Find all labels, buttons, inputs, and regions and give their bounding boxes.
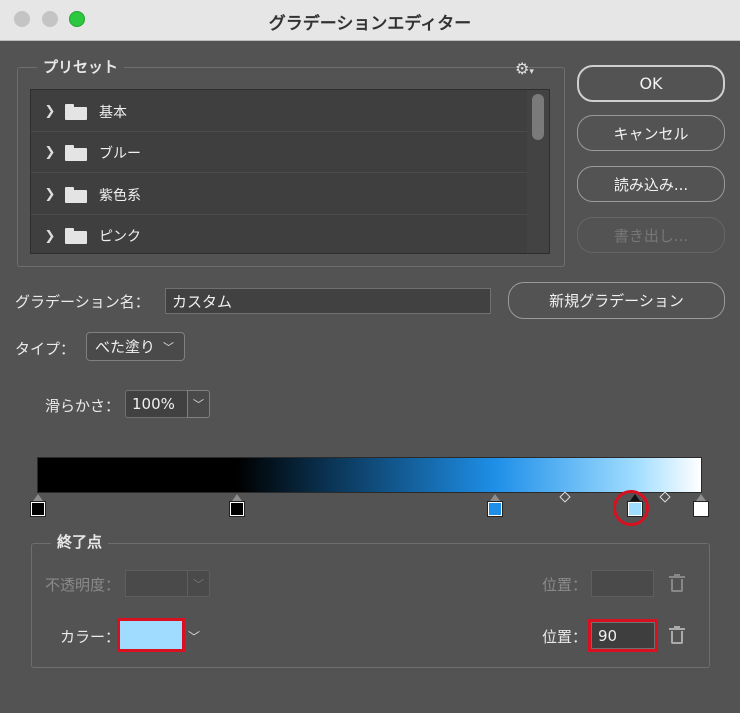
preset-folder-item[interactable]: ❯ ピンク	[31, 216, 527, 256]
chevron-down-icon[interactable]: ﹀	[188, 628, 200, 645]
folder-icon	[65, 228, 87, 244]
folder-icon	[65, 144, 87, 161]
color-swatch[interactable]	[117, 618, 185, 652]
cancel-button[interactable]: キャンセル	[577, 115, 725, 151]
selected-stop-highlight	[613, 490, 649, 526]
opacity-position-label: 位置：	[542, 576, 588, 594]
title-bar: グラデーションエディター	[0, 0, 740, 41]
opacity-dropdown: ﹀	[187, 570, 210, 597]
preset-list[interactable]: ❯ 基本 ❯ ブルー ❯ 紫色系 ❯ ピンク	[30, 89, 550, 254]
chevron-down-icon: ﹀	[193, 398, 204, 411]
chevron-down-icon: ﹀	[193, 577, 204, 591]
smoothness-input[interactable]: 100%	[125, 390, 188, 418]
trash-icon[interactable]	[669, 626, 685, 644]
smoothness-label: 滑らかさ：	[45, 397, 121, 415]
color-position-label: 位置：	[542, 628, 588, 646]
preset-folder-label: ピンク	[99, 229, 141, 245]
load-button[interactable]: 読み込み...	[577, 166, 725, 202]
preset-folder-label: 基本	[99, 104, 127, 121]
smoothness-dropdown[interactable]: ﹀	[187, 390, 210, 418]
type-dropdown[interactable]: べた塗り ﹀	[86, 332, 185, 361]
type-label: タイプ：	[15, 340, 76, 358]
ok-button[interactable]: OK	[577, 65, 725, 102]
preset-folder-item[interactable]: ❯ 基本	[31, 92, 527, 132]
gear-icon[interactable]: ⚙▾	[515, 59, 534, 78]
window-title: グラデーションエディター	[268, 14, 472, 34]
color-stop-marker[interactable]	[231, 494, 242, 501]
color-stop[interactable]	[30, 501, 46, 517]
preset-folder-label: ブルー	[99, 145, 141, 162]
color-midpoint[interactable]	[559, 491, 571, 503]
color-position-input[interactable]: 90	[588, 619, 658, 652]
gradient-name-label: グラデーション名：	[15, 293, 150, 311]
color-stop-marker[interactable]	[696, 494, 706, 501]
new-gradient-button[interactable]: 新規グラデーション	[508, 282, 725, 319]
chevron-right-icon[interactable]: ❯	[35, 229, 65, 244]
presets-group-title: プリセット	[37, 56, 125, 77]
folder-icon	[65, 103, 87, 120]
stops-group	[31, 543, 710, 668]
chevron-right-icon[interactable]: ❯	[35, 104, 65, 119]
color-label: カラー：	[60, 628, 121, 646]
gradient-preview-bar[interactable]	[37, 457, 702, 493]
color-stop-marker[interactable]	[33, 494, 43, 501]
preset-folder-item[interactable]: ❯ 紫色系	[31, 175, 527, 215]
preset-folder-item[interactable]: ❯ ブルー	[31, 133, 527, 173]
color-stop[interactable]	[228, 501, 245, 517]
gradient-name-input[interactable]: カスタム	[165, 288, 491, 314]
opacity-position-input	[591, 570, 654, 597]
chevron-down-icon: ﹀	[163, 340, 175, 354]
color-stop[interactable]	[487, 501, 504, 517]
color-stop[interactable]	[693, 501, 709, 517]
opacity-label: 不透明度：	[45, 576, 121, 594]
color-midpoint[interactable]	[658, 491, 671, 503]
chevron-right-icon[interactable]: ❯	[35, 187, 65, 202]
color-stop-marker[interactable]	[490, 494, 501, 501]
export-button: 書き出し...	[577, 217, 725, 253]
type-dropdown-value: べた塗り	[95, 338, 156, 356]
trash-icon	[669, 574, 685, 592]
folder-icon	[65, 186, 87, 203]
scrollbar-thumb[interactable]	[532, 94, 544, 140]
opacity-input	[125, 570, 188, 597]
preset-folder-label: 紫色系	[99, 187, 141, 204]
chevron-right-icon[interactable]: ❯	[35, 145, 65, 160]
stops-group-title: 終了点	[51, 531, 109, 552]
preset-list-scrollbar[interactable]	[527, 90, 549, 253]
